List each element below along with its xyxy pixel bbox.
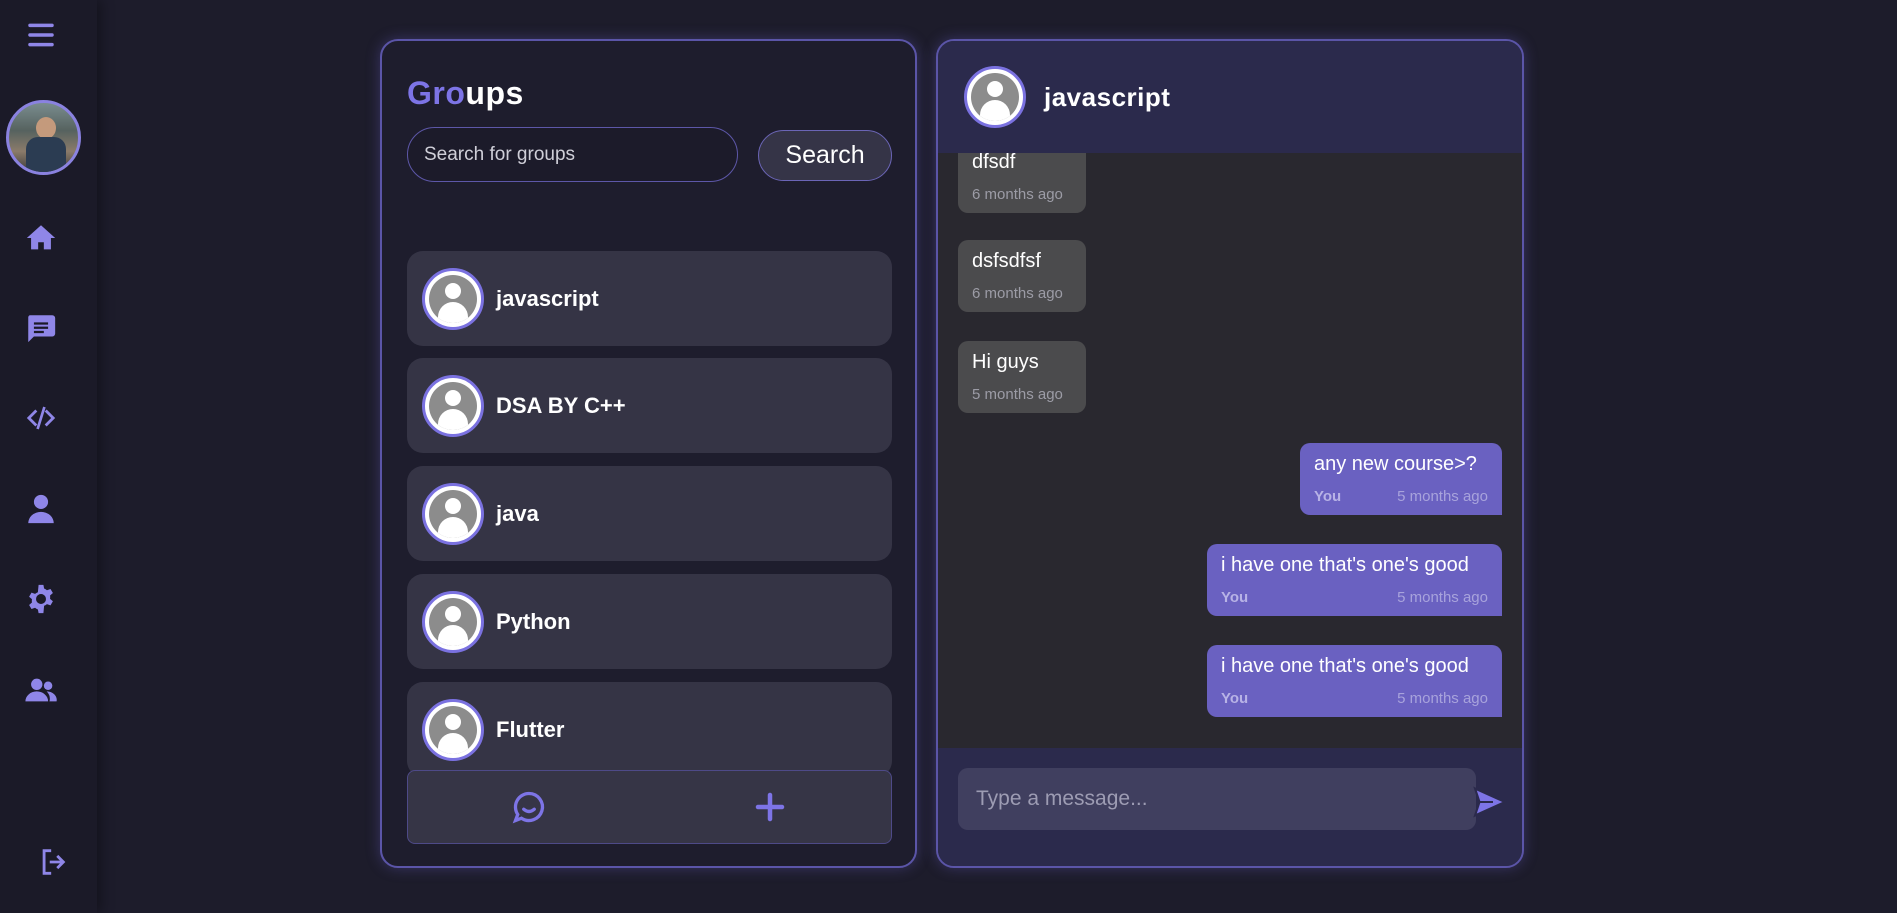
message-time: 5 months ago: [1397, 690, 1488, 707]
page-title: Groups: [407, 75, 524, 112]
group-avatar-icon: [964, 66, 1026, 128]
groups-bottom-bar: [407, 770, 892, 844]
group-item-flutter[interactable]: Flutter: [407, 682, 892, 777]
message-text: i have one that's one's good: [1221, 554, 1469, 576]
message-text: dfsdf: [972, 153, 1016, 173]
sidebar: [0, 0, 97, 913]
chat-icon[interactable]: [21, 308, 61, 348]
group-avatar-icon: [422, 590, 484, 653]
group-avatar-icon: [422, 482, 484, 545]
home-icon[interactable]: [21, 218, 61, 258]
chat-bubble-icon[interactable]: [408, 771, 650, 843]
group-item-javascript[interactable]: javascript: [407, 251, 892, 346]
groups-panel: Groups Search javascript DSA BY C++ java…: [380, 39, 917, 868]
message-sender: You: [1221, 690, 1249, 707]
group-name: javascript: [496, 285, 599, 311]
message-sender: You: [1221, 589, 1249, 606]
message-time: 5 months ago: [1397, 488, 1488, 505]
title-accent: Gro: [407, 75, 466, 111]
hamburger-icon[interactable]: [21, 15, 61, 55]
avatar[interactable]: [6, 100, 81, 175]
user-icon[interactable]: [21, 489, 61, 529]
chat-panel: javascript dfsdf 6 months ago dsfsdfsf 6…: [936, 39, 1524, 868]
message-time: 6 months ago: [972, 285, 1063, 302]
message-list[interactable]: dfsdf 6 months ago dsfsdfsf 6 months ago…: [938, 153, 1522, 748]
plus-icon[interactable]: [650, 771, 892, 843]
group-avatar-icon: [422, 374, 484, 437]
chat-title: javascript: [1044, 81, 1171, 112]
chat-header: javascript: [938, 41, 1522, 153]
message-outgoing: i have one that's one's good You 5 months…: [1207, 544, 1502, 616]
group-item-dsa[interactable]: DSA BY C++: [407, 358, 892, 453]
group-item-java[interactable]: java: [407, 466, 892, 561]
message-incoming: Hi guys 5 months ago: [958, 341, 1086, 413]
group-name: java: [496, 500, 539, 526]
message-text: any new course>?: [1314, 453, 1477, 475]
group-avatar-icon: [422, 698, 484, 761]
message-sender: You: [1314, 488, 1342, 505]
message-time: 6 months ago: [972, 186, 1063, 203]
message-time: 5 months ago: [1397, 589, 1488, 606]
code-icon[interactable]: [21, 398, 61, 438]
group-avatar-icon: [422, 267, 484, 330]
title-rest: ups: [465, 75, 524, 111]
users-icon[interactable]: [21, 670, 61, 710]
group-name: Python: [496, 608, 571, 634]
logout-icon[interactable]: [34, 842, 74, 882]
search-button[interactable]: Search: [758, 130, 892, 181]
message-incoming: dfsdf 6 months ago: [958, 153, 1086, 213]
send-icon[interactable]: [1472, 784, 1508, 820]
search-input[interactable]: [407, 127, 738, 182]
message-outgoing: i have one that's one's good You 5 months…: [1207, 645, 1502, 717]
message-text: i have one that's one's good: [1221, 655, 1469, 677]
group-name: DSA BY C++: [496, 392, 626, 418]
message-input-bar: [938, 748, 1522, 866]
message-input[interactable]: [958, 768, 1476, 830]
gear-icon[interactable]: [21, 579, 61, 619]
message-outgoing: any new course>? You 5 months ago: [1300, 443, 1502, 515]
group-item-python[interactable]: Python: [407, 574, 892, 669]
message-time: 5 months ago: [972, 386, 1063, 403]
message-incoming: dsfsdfsf 6 months ago: [958, 240, 1086, 312]
group-name: Flutter: [496, 716, 565, 742]
message-text: dsfsdfsf: [972, 250, 1041, 272]
message-text: Hi guys: [972, 351, 1039, 373]
